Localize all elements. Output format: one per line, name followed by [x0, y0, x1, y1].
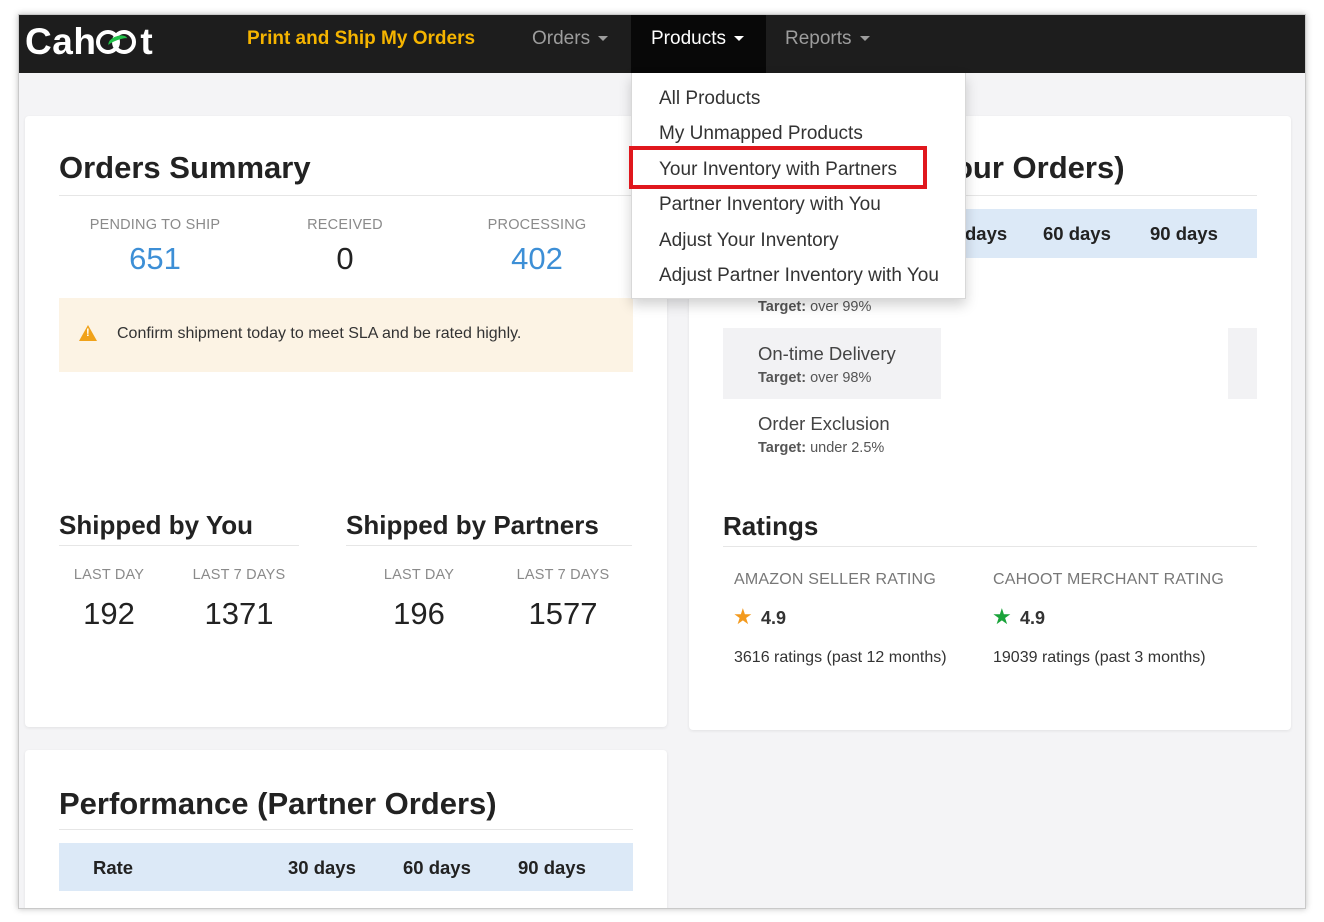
partners-last-7-days-value: 1577	[528, 596, 598, 631]
sla-alert-message: Confirm shipment today to meet SLA and b…	[117, 325, 522, 342]
warning-icon	[79, 325, 97, 341]
nav-reports-label: Reports	[785, 28, 852, 49]
cahoot-logo[interactable]: Cah t	[25, 21, 153, 63]
amazon-rating-count: 3616 ratings (past 12 months)	[734, 649, 947, 666]
orders-summary-card: Orders Summary PENDING TO SHIP 651 RECEI…	[25, 116, 667, 727]
performance-your-orders-title: our Orders)	[954, 150, 1125, 185]
star-icon: ★	[992, 604, 1012, 629]
shipped-by-partners-title: Shipped by Partners	[346, 510, 599, 540]
menu-item-all-products[interactable]: All Products	[659, 88, 760, 110]
menu-item-adjust-partner-inventory[interactable]: Adjust Partner Inventory with You	[659, 265, 939, 287]
nav-reports-menu[interactable]: Reports	[785, 15, 870, 73]
you-last-7-days-label: LAST 7 DAYS	[192, 567, 286, 583]
caret-down-icon	[859, 36, 870, 41]
divider	[59, 829, 633, 830]
processing-label: PROCESSING	[487, 217, 587, 233]
nav-orders-label: Orders	[532, 28, 591, 49]
metric-target: Target: over 98%	[758, 370, 871, 386]
sla-alert: Confirm shipment today to meet SLA and b…	[59, 298, 633, 372]
you-last-7-days-value: 1371	[204, 596, 274, 631]
metric-name: Order Exclusion	[758, 413, 890, 434]
header-rate: Rate	[93, 857, 134, 878]
metric-target-value: under 2.5%	[810, 440, 885, 456]
header-days: days	[965, 223, 1008, 244]
you-last-day-label: LAST DAY	[73, 567, 145, 583]
divider	[723, 546, 1257, 547]
metric-target-value: over 98%	[810, 370, 872, 386]
metric-target-label: Target:	[758, 299, 807, 315]
metric-name: On-time Delivery	[758, 343, 896, 364]
nav-print-and-ship[interactable]: Print and Ship My Orders	[247, 15, 475, 73]
shipped-by-you-title: Shipped by You	[59, 510, 254, 540]
pending-to-ship-label: PENDING TO SHIP	[89, 217, 221, 233]
cahoot-rating-count: 19039 ratings (past 3 months)	[993, 649, 1206, 666]
nav-print-and-ship-label: Print and Ship My Orders	[247, 28, 476, 49]
divider	[346, 545, 632, 546]
menu-item-partner-inventory-with-you[interactable]: Partner Inventory with You	[659, 194, 881, 216]
metric-target-label: Target:	[758, 370, 807, 386]
partners-last-7-days-label: LAST 7 DAYS	[516, 567, 610, 583]
metric-target-value: over 99%	[810, 299, 872, 315]
cahoot-rating-label: CAHOOT MERCHANT RATING	[993, 571, 1225, 588]
cahoot-rating-value: 4.9	[1020, 608, 1046, 628]
divider	[59, 195, 633, 196]
performance-partner-orders-title: Performance (Partner Orders)	[59, 786, 497, 821]
nav-orders-menu[interactable]: Orders	[532, 15, 609, 73]
metric-row-shade-end	[1228, 328, 1257, 399]
orders-summary-title: Orders Summary	[59, 150, 311, 185]
nav-products-label: Products	[651, 28, 726, 49]
received-value: 0	[336, 241, 354, 276]
amazon-rating-label: AMAZON SELLER RATING	[734, 571, 936, 588]
metric-target: Target: under 2.5%	[758, 440, 884, 456]
metric-target: Target: over 99%	[758, 299, 871, 315]
header-60-days: 60 days	[403, 857, 471, 878]
partners-last-day-value: 196	[393, 596, 445, 631]
amazon-rating-value: 4.9	[761, 608, 787, 628]
nav-products-menu[interactable]: Products	[631, 15, 766, 73]
processing-value[interactable]: 402	[457, 241, 617, 277]
divider	[59, 545, 299, 546]
you-last-day-value: 192	[83, 596, 135, 631]
metric-row-on-time-delivery: On-time Delivery Target: over 98%	[723, 328, 941, 399]
performance-partner-orders-card: Performance (Partner Orders) Rate 30 day…	[25, 750, 667, 908]
partners-last-day-label: LAST DAY	[383, 567, 455, 583]
metric-row-order-exclusion: Order Exclusion Target: under 2.5%	[723, 399, 1257, 470]
star-icon: ★	[733, 604, 753, 629]
top-navbar: Cah t Print and Ship My Orders Orders Pro…	[19, 15, 1305, 73]
menu-item-my-unmapped-products[interactable]: My Unmapped Products	[659, 123, 863, 145]
header-90-days: 90 days	[518, 857, 586, 878]
partner-performance-table-header: Rate 30 days 60 days 90 days	[59, 843, 633, 891]
app-window: Cah t Print and Ship My Orders Orders Pro…	[18, 14, 1306, 909]
ratings-title: Ratings	[723, 511, 819, 541]
metric-target-label: Target:	[758, 440, 807, 456]
received-label: RECEIVED	[307, 217, 383, 233]
header-60-days: 60 days	[1043, 223, 1111, 244]
pending-to-ship-value[interactable]: 651	[75, 241, 235, 277]
highlight-box	[629, 146, 927, 189]
header-30-days: 30 days	[288, 857, 356, 878]
logo-infinity-icon	[96, 28, 140, 56]
caret-down-icon	[733, 36, 744, 41]
menu-item-adjust-your-inventory[interactable]: Adjust Your Inventory	[659, 230, 839, 252]
header-90-days: 90 days	[1150, 223, 1218, 244]
caret-down-icon	[598, 36, 609, 41]
